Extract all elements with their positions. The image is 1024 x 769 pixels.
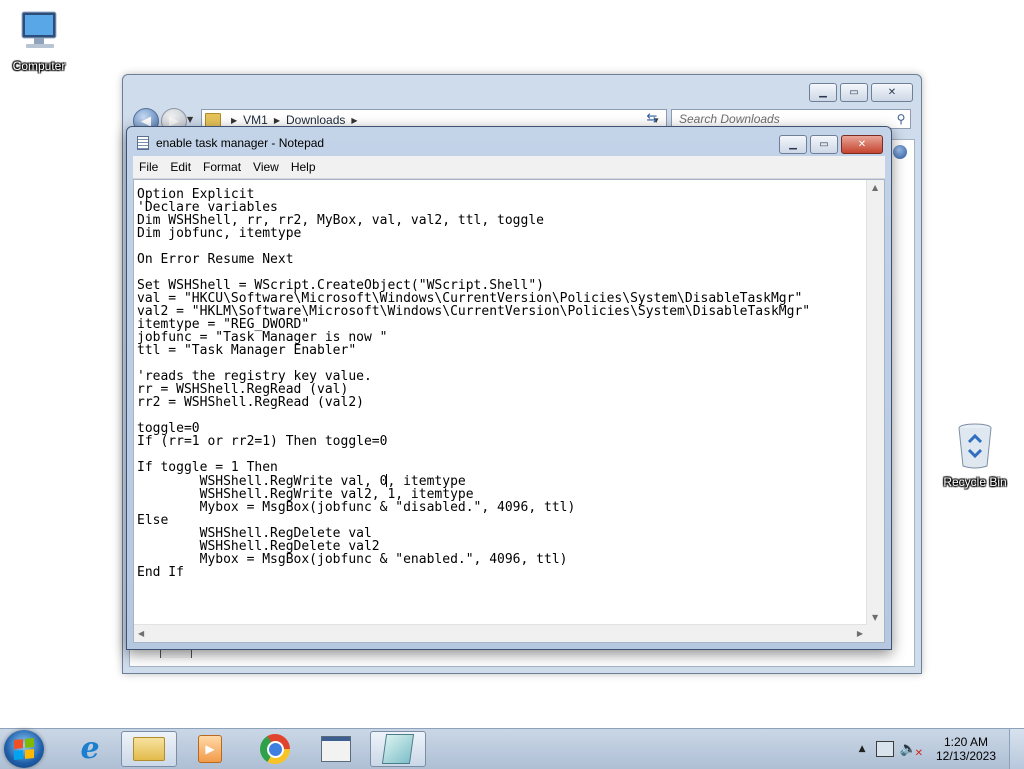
explorer-window-controls: ▁ ▭ ✕ bbox=[809, 83, 913, 102]
text-before-caret: Option Explicit 'Declare variables Dim W… bbox=[137, 187, 811, 489]
computer-icon bbox=[21, 11, 57, 48]
network-icon[interactable] bbox=[875, 741, 894, 757]
scroll-up-icon[interactable]: ▲ bbox=[872, 183, 878, 192]
explorer-close-button[interactable]: ✕ bbox=[871, 83, 913, 102]
menu-view[interactable]: View bbox=[247, 160, 285, 174]
folder-icon bbox=[205, 113, 221, 127]
notepad-title-bar[interactable]: enable task manager - Notepad ▁ ▭ ✕ bbox=[127, 127, 891, 157]
recycle-bin-desktop-icon[interactable]: Recycle Bin bbox=[936, 422, 1014, 489]
notepad-window[interactable]: enable task manager - Notepad ▁ ▭ ✕ File… bbox=[126, 126, 892, 650]
media-player-icon: ▶ bbox=[198, 735, 222, 763]
breadcrumb-separator-icon[interactable]: ▶ bbox=[231, 116, 237, 125]
application-window-icon bbox=[321, 736, 351, 762]
volume-muted-icon[interactable]: 🔈 ✕ bbox=[900, 741, 923, 759]
scrollbar-corner bbox=[867, 625, 884, 642]
start-button[interactable] bbox=[4, 730, 44, 768]
window-title: enable task manager - Notepad bbox=[156, 136, 325, 150]
breadcrumb-separator-icon[interactable]: ▶ bbox=[351, 116, 357, 125]
menu-edit[interactable]: Edit bbox=[164, 160, 197, 174]
editor-text[interactable]: Option Explicit 'Declare variables Dim W… bbox=[137, 188, 864, 579]
chrome-icon bbox=[260, 734, 290, 764]
taskbar-media-player[interactable]: ▶ bbox=[182, 731, 238, 767]
taskbar-notepad[interactable] bbox=[370, 731, 426, 767]
recycle-bin-icon bbox=[958, 423, 992, 469]
history-dropdown-icon[interactable]: ▼ bbox=[187, 115, 193, 124]
menu-bar: File Edit Format View Help bbox=[133, 156, 885, 179]
breadcrumb-downloads[interactable]: Downloads bbox=[286, 113, 345, 127]
vertical-scrollbar[interactable]: ▲ ▼ bbox=[866, 180, 884, 625]
scroll-down-icon[interactable]: ▼ bbox=[872, 613, 878, 622]
computer-desktop-icon[interactable]: Computer bbox=[0, 10, 78, 73]
notepad-icon bbox=[381, 734, 415, 764]
taskbar-windows-explorer[interactable] bbox=[121, 731, 177, 767]
search-icon[interactable]: ⚲ bbox=[892, 112, 910, 126]
show-hidden-icons-icon[interactable]: ▲ bbox=[859, 744, 866, 754]
text-after-caret: , itemtype WSHShell.RegWrite val2, 1, it… bbox=[137, 474, 576, 580]
notepad-icon bbox=[137, 136, 149, 150]
notepad-window-controls: ▁ ▭ ✕ bbox=[779, 135, 883, 154]
maximize-button[interactable]: ▭ bbox=[810, 135, 838, 154]
menu-file[interactable]: File bbox=[133, 160, 164, 174]
scroll-right-icon[interactable]: ▶ bbox=[857, 629, 863, 638]
refresh-icon[interactable]: ⇆ bbox=[641, 111, 663, 126]
clock[interactable]: 1:20 AM 12/13/2023 bbox=[931, 735, 1001, 763]
clock-time: 1:20 AM bbox=[943, 735, 989, 749]
recycle-bin-label: Recycle Bin bbox=[943, 475, 1007, 489]
windows-logo-icon bbox=[14, 737, 34, 761]
explorer-maximize-button[interactable]: ▭ bbox=[840, 83, 868, 102]
system-tray: ▲ 🔈 ✕ 1:20 AM 12/13/2023 bbox=[859, 729, 1024, 769]
clock-date: 12/13/2023 bbox=[935, 749, 997, 763]
help-icon[interactable] bbox=[893, 145, 907, 159]
internet-explorer-icon: e bbox=[80, 731, 100, 766]
menu-format[interactable]: Format bbox=[197, 160, 247, 174]
text-editor[interactable]: Option Explicit 'Declare variables Dim W… bbox=[133, 179, 885, 643]
breadcrumb-vm1[interactable]: VM1 bbox=[243, 113, 268, 127]
close-button[interactable]: ✕ bbox=[841, 135, 883, 154]
search-input[interactable] bbox=[672, 111, 892, 127]
taskbar: e ▶ ▲ 🔈 ✕ 1:20 AM 12/13/2023 bbox=[0, 728, 1024, 769]
taskbar-application[interactable] bbox=[308, 731, 364, 767]
breadcrumb-separator-icon[interactable]: ▶ bbox=[274, 116, 280, 125]
horizontal-scrollbar[interactable]: ◀ ▶ bbox=[134, 624, 867, 642]
show-desktop-button[interactable] bbox=[1009, 729, 1024, 769]
folder-icon bbox=[133, 737, 165, 761]
explorer-minimize-button[interactable]: ▁ bbox=[809, 83, 837, 102]
menu-help[interactable]: Help bbox=[285, 160, 322, 174]
minimize-button[interactable]: ▁ bbox=[779, 135, 807, 154]
computer-label: Computer bbox=[12, 59, 66, 73]
taskbar-internet-explorer[interactable]: e bbox=[62, 731, 118, 767]
scroll-left-icon[interactable]: ◀ bbox=[138, 629, 144, 638]
taskbar-chrome[interactable] bbox=[247, 731, 303, 767]
